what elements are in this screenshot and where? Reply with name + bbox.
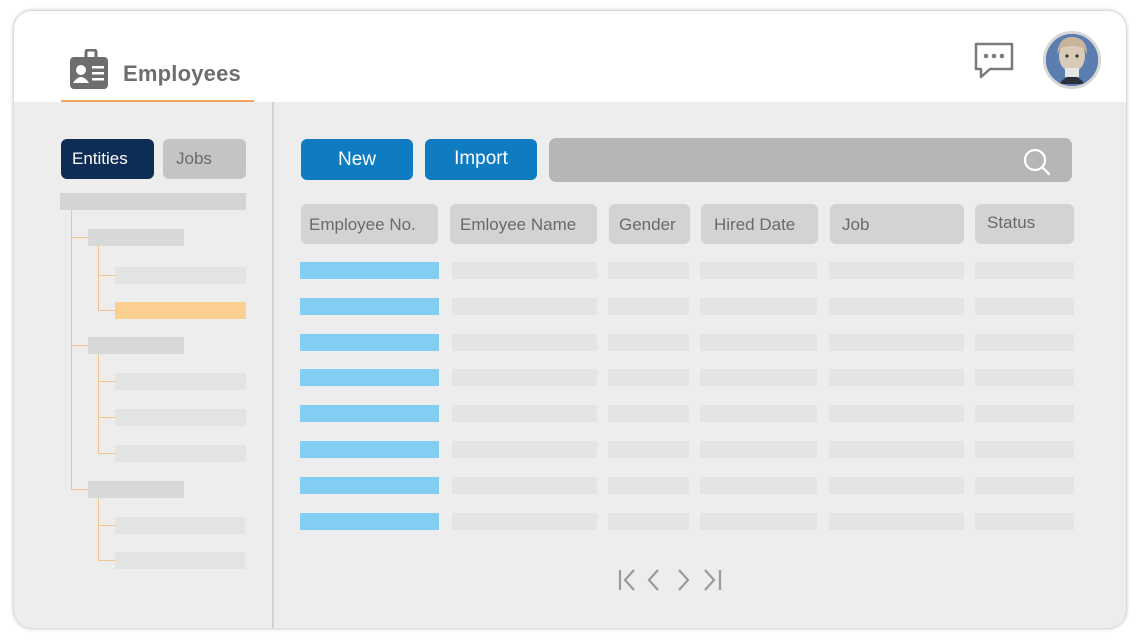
table-cell xyxy=(700,262,817,279)
search-box[interactable] xyxy=(549,138,1072,182)
avatar-image xyxy=(1046,34,1098,86)
import-button[interactable]: Import xyxy=(425,139,537,180)
tree-leaf-item[interactable] xyxy=(115,552,245,569)
tree-connector xyxy=(98,417,115,418)
table-cell xyxy=(608,512,689,530)
first-page-icon[interactable] xyxy=(617,568,639,592)
table-cell xyxy=(452,476,597,494)
column-header-employee-no[interactable]: Employee No. xyxy=(301,204,438,244)
table-cell-employee-no[interactable] xyxy=(300,476,439,494)
table-cell xyxy=(829,476,964,494)
table-cell xyxy=(700,441,817,458)
table-cell xyxy=(700,405,817,423)
table-cell xyxy=(975,333,1074,351)
tree-group-item[interactable] xyxy=(88,337,184,354)
table-cell xyxy=(452,297,597,315)
tree-connector xyxy=(98,246,99,311)
app-window: Employees Entities Jobs New Import Emplo… xyxy=(14,11,1126,628)
search-input[interactable] xyxy=(549,138,1009,182)
table-cell xyxy=(829,405,964,423)
table-cell xyxy=(829,262,964,279)
tree-group-item[interactable] xyxy=(88,229,184,246)
tree-leaf-item[interactable] xyxy=(115,267,246,284)
tree-connector xyxy=(98,354,99,454)
table-cell xyxy=(700,476,817,494)
table-cell xyxy=(608,262,689,279)
tree-connector xyxy=(98,453,115,454)
table-cell xyxy=(452,369,597,387)
table-cell xyxy=(700,297,817,315)
column-header-employee-name[interactable]: Emloyee Name xyxy=(450,204,597,244)
tree-leaf-item[interactable] xyxy=(115,409,246,426)
employee-id-card-icon xyxy=(70,49,108,89)
sidebar-divider xyxy=(272,102,274,628)
table-cell xyxy=(700,512,817,530)
table-cell-employee-no[interactable] xyxy=(300,441,439,458)
tree-connector xyxy=(98,381,115,382)
table-cell xyxy=(608,476,689,494)
tree-connector xyxy=(98,560,115,561)
table-cell xyxy=(975,405,1074,423)
table-cell xyxy=(829,369,964,387)
table-cell-employee-no[interactable] xyxy=(300,333,439,351)
tree-leaf-item[interactable] xyxy=(115,517,245,534)
app-header: Employees xyxy=(14,11,1126,102)
tree-connector xyxy=(71,237,88,238)
table-cell-employee-no[interactable] xyxy=(300,512,439,530)
table-cell xyxy=(608,405,689,423)
table-cell xyxy=(452,512,597,530)
table-cell xyxy=(829,297,964,315)
column-header-gender[interactable]: Gender xyxy=(609,204,690,244)
column-header-job[interactable]: Job xyxy=(830,204,964,244)
user-avatar[interactable] xyxy=(1043,31,1101,89)
tree-leaf-item-selected[interactable] xyxy=(115,302,246,319)
tree-connector xyxy=(98,275,115,276)
tree-connector xyxy=(98,310,115,311)
tree-connector xyxy=(71,489,88,490)
table-cell xyxy=(975,297,1074,315)
table-cell-employee-no[interactable] xyxy=(300,369,439,387)
table-cell xyxy=(975,441,1074,458)
last-page-icon[interactable] xyxy=(701,568,723,592)
tree-leaf-item[interactable] xyxy=(115,373,246,390)
tree-connector xyxy=(71,210,72,490)
table-cell xyxy=(975,512,1074,530)
table-cell-employee-no[interactable] xyxy=(300,262,439,279)
table-cell xyxy=(829,333,964,351)
table-cell xyxy=(452,441,597,458)
chat-bubble-icon[interactable] xyxy=(974,42,1014,80)
table-cell-employee-no[interactable] xyxy=(300,297,439,315)
table-cell xyxy=(975,476,1074,494)
tree-connector xyxy=(71,345,88,346)
tab-jobs[interactable]: Jobs xyxy=(163,139,246,179)
tree-leaf-item[interactable] xyxy=(115,445,246,462)
tab-entities[interactable]: Entities xyxy=(61,139,154,179)
table-cell xyxy=(700,369,817,387)
tree-connector xyxy=(98,498,99,561)
table-cell xyxy=(700,333,817,351)
tree-root-item[interactable] xyxy=(60,193,246,210)
table-cell-employee-no[interactable] xyxy=(300,405,439,423)
column-header-status[interactable]: Status xyxy=(975,204,1074,244)
table-cell xyxy=(829,512,964,530)
table-cell xyxy=(452,405,597,423)
page-title: Employees xyxy=(123,61,241,86)
table-cell xyxy=(452,333,597,351)
previous-page-icon[interactable] xyxy=(644,568,662,592)
table-cell xyxy=(975,369,1074,387)
next-page-icon[interactable] xyxy=(675,568,693,592)
table-cell xyxy=(608,369,689,387)
new-button[interactable]: New xyxy=(301,139,413,180)
title-underline xyxy=(61,100,254,102)
table-cell xyxy=(975,262,1074,279)
tree-connector xyxy=(98,525,115,526)
table-cell xyxy=(608,297,689,315)
table-cell xyxy=(452,262,597,279)
search-icon[interactable] xyxy=(1022,147,1052,177)
table-cell xyxy=(608,441,689,458)
tree-group-item[interactable] xyxy=(88,481,184,498)
column-header-hired-date[interactable]: Hired Date xyxy=(701,204,818,244)
table-cell xyxy=(829,441,964,458)
table-cell xyxy=(608,333,689,351)
